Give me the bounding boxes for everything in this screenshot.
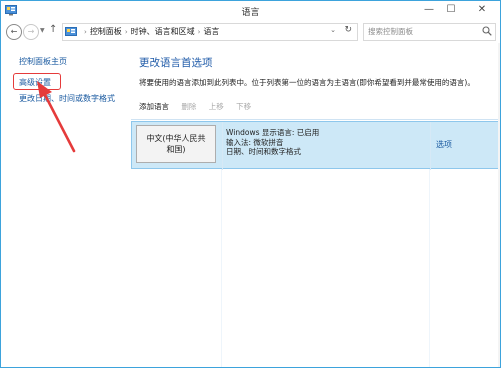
column-separator — [222, 122, 223, 170]
breadcrumb: › 控制面板 › 时钟、语言和区域 › 语言 — [81, 26, 219, 37]
close-button[interactable]: ✕ — [468, 1, 496, 19]
chevron-right-icon: › — [197, 28, 201, 36]
back-button[interactable]: ← — [6, 24, 22, 40]
divider — [131, 119, 500, 120]
language-toolbar: 添加语言 删除 上移 下移 — [139, 101, 261, 112]
annotation-highlight-box — [13, 73, 61, 90]
language-name-button[interactable]: 中文(中华人民共和国) — [136, 125, 216, 163]
add-language-button[interactable]: 添加语言 — [139, 102, 169, 111]
language-info: Windows 显示语言: 已启用 输入法: 微软拼音 日期、时间和数字格式 — [226, 128, 319, 157]
chevron-down-icon[interactable]: ⌄ — [330, 26, 336, 34]
language-list-item[interactable]: 中文(中华人民共和国) Windows 显示语言: 已启用 输入法: 微软拼音 … — [131, 121, 500, 170]
window-edge — [498, 43, 500, 367]
breadcrumb-clock-language-region[interactable]: 时钟、语言和区域 — [131, 27, 195, 36]
address-bar: ← → ▼ ↑ › 控制面板 › 时钟、语言和区域 › 语言 ⌄ ↻ — [1, 21, 500, 43]
chevron-right-icon: › — [84, 28, 87, 36]
refresh-icon[interactable]: ↻ — [344, 25, 352, 35]
column-separator — [430, 122, 431, 170]
search-box[interactable] — [363, 23, 496, 41]
language-options-link[interactable]: 选项 — [436, 139, 452, 150]
maximize-button[interactable]: ☐ — [440, 1, 462, 19]
column-guide — [221, 169, 222, 367]
up-button[interactable]: ↑ — [49, 24, 57, 35]
title-bar: 语言 — ☐ ✕ — [1, 1, 500, 21]
move-up-button[interactable]: 上移 — [209, 102, 224, 111]
breadcrumb-language[interactable]: 语言 — [203, 27, 219, 36]
control-panel-icon — [65, 27, 77, 36]
page-title: 更改语言首选项 — [139, 57, 213, 69]
breadcrumb-control-panel[interactable]: 控制面板 — [90, 27, 122, 36]
sidebar: 控制面板主页 高级设置 更改日期、时间或数字格式 — [1, 43, 129, 367]
address-field[interactable]: › 控制面板 › 时钟、语言和区域 › 语言 ⌄ ↻ — [62, 23, 358, 41]
sidebar-item-change-date-time-format[interactable]: 更改日期、时间或数字格式 — [19, 93, 115, 104]
language-display-status: Windows 显示语言: 已启用 — [226, 128, 320, 137]
page-description: 将要使用的语言添加到此列表中。位于列表第一位的语言为主语言(即你希望看到并最常使… — [139, 78, 475, 87]
forward-button[interactable]: → — [23, 24, 39, 40]
remove-button[interactable]: 删除 — [181, 102, 196, 111]
language-input-method: 输入法: 微软拼音 — [226, 137, 284, 147]
main-content: 更改语言首选项 将要使用的语言添加到此列表中。位于列表第一位的语言为主语言(即你… — [129, 43, 500, 367]
search-icon[interactable] — [482, 26, 492, 36]
history-dropdown-icon[interactable]: ▼ — [40, 27, 45, 34]
column-guide — [429, 169, 430, 367]
chevron-right-icon: › — [124, 28, 128, 36]
language-formats: 日期、时间和数字格式 — [226, 147, 301, 156]
language-window: 语言 — ☐ ✕ ← → ▼ ↑ › 控制面板 › 时钟、语言和区域 › 语言 ⌄ ↻ — [0, 0, 501, 368]
minimize-button[interactable]: — — [418, 1, 440, 19]
sidebar-item-control-panel-home[interactable]: 控制面板主页 — [19, 56, 67, 67]
search-input[interactable] — [368, 26, 476, 37]
move-down-button[interactable]: 下移 — [236, 102, 251, 111]
